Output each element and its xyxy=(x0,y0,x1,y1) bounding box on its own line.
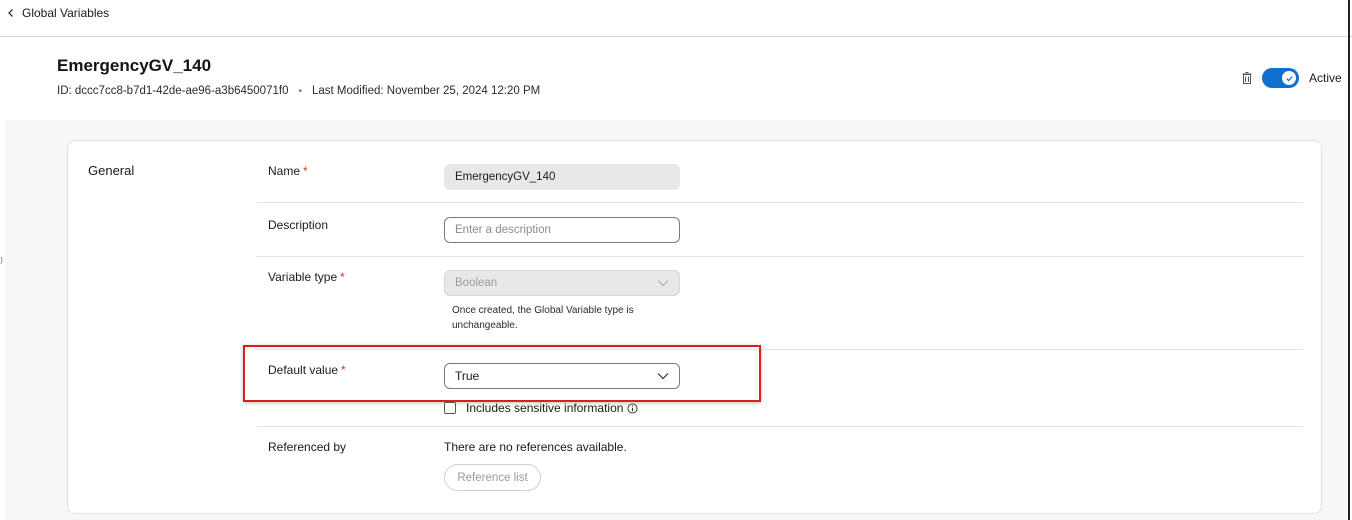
reference-list-label: Reference list xyxy=(457,471,528,484)
row-divider xyxy=(257,202,1303,203)
variable-type-help: Once created, the Global Variable type i… xyxy=(452,305,634,331)
highlight-box xyxy=(243,345,761,402)
name-field: EmergencyGV_140 xyxy=(444,164,680,190)
variable-type-select: Boolean xyxy=(444,270,680,296)
check-icon xyxy=(1285,75,1293,81)
row-divider xyxy=(257,256,1303,257)
description-label: Description xyxy=(268,218,329,232)
required-marker: * xyxy=(303,164,308,178)
variable-type-value: Boolean xyxy=(455,277,498,289)
meta-separator: • xyxy=(298,85,302,97)
referenced-by-label: Referenced by xyxy=(268,440,347,454)
sensitive-label: Includes sensitive information xyxy=(466,401,624,415)
variable-type-label: Variable type * xyxy=(268,270,345,284)
page-meta: ID: dccc7cc8-b7d1-42de-ae96-a3b6450071f0… xyxy=(57,85,540,97)
window-edge xyxy=(1348,0,1350,520)
description-placeholder: Enter a description xyxy=(455,224,551,236)
toggle-knob xyxy=(1282,71,1296,85)
info-icon[interactable] xyxy=(627,402,638,414)
chevron-down-icon xyxy=(657,280,669,287)
required-marker: * xyxy=(340,270,345,284)
id-value: dccc7cc8-b7d1-42de-ae96-a3b6450071f0 xyxy=(74,85,289,97)
trash-icon[interactable] xyxy=(1241,71,1253,85)
header-divider xyxy=(0,36,1352,37)
general-card xyxy=(67,140,1322,514)
row-divider xyxy=(257,426,1303,427)
chevron-left-icon xyxy=(8,9,13,17)
section-title-general: General xyxy=(88,163,135,178)
name-label-text: Name xyxy=(268,164,301,178)
variable-type-label-text: Variable type xyxy=(268,270,338,284)
description-field[interactable]: Enter a description xyxy=(444,217,680,243)
reference-list-button: Reference list xyxy=(444,464,541,491)
active-toggle[interactable] xyxy=(1262,68,1299,88)
name-label: Name * xyxy=(268,164,308,178)
left-edge-mark: ⟩ xyxy=(0,256,4,265)
sensitive-checkbox[interactable] xyxy=(444,402,456,414)
name-field-value: EmergencyGV_140 xyxy=(455,171,556,183)
active-label: Active xyxy=(1309,71,1342,85)
back-link[interactable]: Global Variables xyxy=(6,6,109,20)
page-title: EmergencyGV_140 xyxy=(57,56,212,75)
modified-value: November 25, 2024 12:20 PM xyxy=(386,85,541,97)
id-label: ID: xyxy=(57,85,72,97)
modified-label: Last Modified: xyxy=(311,85,384,97)
sensitive-checkbox-row: Includes sensitive information xyxy=(444,401,638,415)
references-empty-text: There are no references available. xyxy=(444,440,627,454)
back-link-label: Global Variables xyxy=(22,6,110,20)
